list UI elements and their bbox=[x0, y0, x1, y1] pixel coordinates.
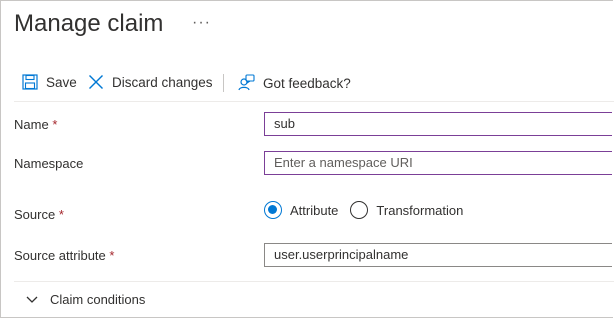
radio-transformation-label[interactable]: Transformation bbox=[376, 203, 463, 218]
feedback-label: Got feedback? bbox=[263, 75, 351, 91]
name-label-text: Name bbox=[14, 117, 49, 132]
radio-transformation[interactable] bbox=[350, 201, 369, 219]
source-label: Source * bbox=[14, 207, 64, 222]
claim-conditions-label: Claim conditions bbox=[50, 292, 146, 307]
section-divider bbox=[14, 281, 614, 282]
radio-attribute-label[interactable]: Attribute bbox=[290, 203, 338, 218]
source-attribute-label-text: Source attribute bbox=[14, 248, 106, 263]
namespace-field[interactable]: Enter a namespace URI bbox=[264, 151, 612, 175]
feedback-icon bbox=[237, 74, 255, 92]
radio-attribute[interactable] bbox=[264, 201, 282, 219]
toolbar-separator bbox=[223, 74, 224, 92]
save-label: Save bbox=[46, 74, 77, 90]
command-bar: Save Discard changes Got feedback? bbox=[0, 66, 614, 102]
save-button[interactable]: Save bbox=[22, 74, 77, 90]
more-options-button[interactable]: ··· bbox=[192, 14, 211, 32]
save-icon bbox=[22, 74, 38, 90]
claim-conditions-expander[interactable]: Claim conditions bbox=[26, 292, 145, 307]
required-marker: * bbox=[52, 117, 58, 132]
name-field[interactable]: sub bbox=[264, 112, 612, 136]
namespace-label: Namespace bbox=[14, 156, 84, 171]
feedback-button[interactable]: Got feedback? bbox=[237, 74, 351, 92]
source-attribute-label: Source attribute * bbox=[14, 248, 114, 263]
source-label-text: Source bbox=[14, 207, 56, 222]
toolbar-divider bbox=[14, 101, 614, 102]
page-title: Manage claim bbox=[14, 10, 164, 37]
discard-label: Discard changes bbox=[112, 74, 213, 90]
source-radio-group: Attribute Transformation bbox=[264, 201, 463, 219]
name-label: Name * bbox=[14, 117, 57, 132]
namespace-placeholder: Enter a namespace URI bbox=[274, 155, 413, 170]
close-icon bbox=[88, 74, 104, 90]
source-attribute-dropdown[interactable]: user.userprincipalname bbox=[264, 243, 612, 267]
required-marker: * bbox=[58, 207, 64, 222]
discard-changes-button[interactable]: Discard changes bbox=[88, 74, 213, 90]
chevron-down-icon bbox=[26, 292, 38, 307]
required-marker: * bbox=[109, 248, 115, 263]
